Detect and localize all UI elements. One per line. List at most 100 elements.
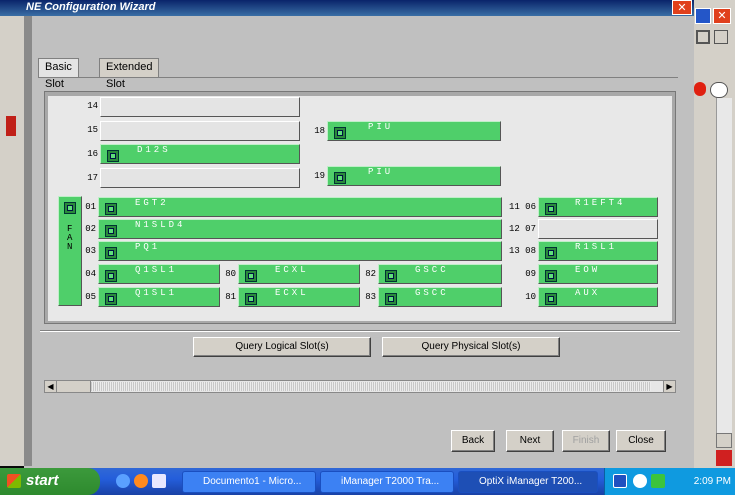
ie-icon[interactable] — [116, 474, 130, 488]
slot-led-icon — [545, 270, 557, 282]
slot-led-icon — [334, 172, 346, 184]
vertical-scrollbar[interactable] — [716, 98, 732, 433]
browser-icon[interactable] — [134, 474, 148, 488]
tab-basic-slot[interactable]: Basic Slot — [38, 58, 79, 90]
board-name: N1SLD4 — [135, 220, 186, 230]
taskbar-item-optix[interactable]: OptiX iManager T200... — [458, 471, 598, 493]
slot-06[interactable]: R1EFT4 — [538, 197, 658, 217]
board-name: GSCC — [415, 288, 449, 298]
slot-05[interactable]: Q1SL1 — [98, 287, 220, 307]
query-physical-slots-button[interactable]: Query Physical Slot(s) — [382, 337, 560, 357]
slot-number: 16 — [87, 149, 98, 159]
clock: 2:09 PM — [693, 476, 731, 487]
restore-icon[interactable] — [695, 8, 711, 24]
slot-03[interactable]: PQ1 — [98, 241, 502, 261]
background-app-edge: ✕ — [694, 0, 735, 495]
start-button[interactable]: start — [0, 468, 100, 495]
slot-82[interactable]: GSCC — [378, 264, 502, 284]
stop-icon — [694, 82, 706, 96]
slot-16[interactable]: D12S — [100, 144, 300, 164]
scroll-thumb[interactable] — [57, 381, 91, 392]
board-name: PIU — [368, 167, 394, 177]
taskbar-item-word[interactable]: Documento1 - Micro... — [182, 471, 316, 493]
scroll-left-icon[interactable]: ◀ — [45, 381, 57, 392]
slot-led-icon — [545, 293, 557, 305]
slot-07[interactable] — [538, 219, 658, 239]
taskbar-item-imanager[interactable]: iManager T2000 Tra... — [320, 471, 454, 493]
slot-number: 81 — [225, 292, 236, 302]
slot-number: 04 — [85, 269, 96, 279]
board-name: ECXL — [275, 265, 309, 275]
slot-number: 10 — [525, 292, 536, 302]
title-close-icon[interactable]: ✕ — [672, 0, 692, 15]
slot-15[interactable] — [100, 121, 300, 141]
slot-led-icon — [105, 270, 117, 282]
background-app-left — [0, 16, 24, 466]
slot-number: 13 08 — [508, 246, 536, 256]
board-name: Q1SL1 — [135, 265, 178, 275]
board-name: PIU — [368, 122, 394, 132]
tray-app-icon[interactable] — [651, 474, 665, 488]
slot-number: 12 07 — [508, 224, 536, 234]
board-name: EGT2 — [135, 198, 169, 208]
slot-10[interactable]: AUX — [538, 287, 658, 307]
slot-led-icon — [545, 203, 557, 215]
next-button[interactable]: Next — [506, 430, 554, 452]
slot-led-icon — [105, 203, 117, 215]
slot-01[interactable]: EGT2 — [98, 197, 502, 217]
slot-08[interactable]: R1SL1 — [538, 241, 658, 261]
horizontal-scrollbar[interactable]: ◀ ▶ — [44, 380, 676, 393]
explorer-icon[interactable] — [152, 474, 166, 488]
slot-led-icon — [334, 127, 346, 139]
close-icon[interactable]: ✕ — [713, 8, 731, 24]
window-title: NE Configuration Wizard — [0, 0, 735, 16]
slot-04[interactable]: Q1SL1 — [98, 264, 220, 284]
help-icon[interactable] — [710, 82, 728, 98]
slot-led-icon — [245, 293, 257, 305]
slot-led-icon — [245, 270, 257, 282]
board-name: D12S — [137, 145, 171, 155]
slot-number: 09 — [525, 269, 536, 279]
scroll-right-icon[interactable]: ▶ — [663, 381, 675, 392]
slot-number: 14 — [87, 101, 98, 111]
slot-led-icon — [545, 247, 557, 259]
slot-18[interactable]: PIU — [327, 121, 501, 141]
windows-logo-icon — [7, 474, 21, 488]
slot-number: 01 — [85, 202, 96, 212]
finish-button[interactable]: Finish — [562, 430, 610, 452]
close-button[interactable]: Close — [616, 430, 666, 452]
board-name: Q1SL1 — [135, 288, 178, 298]
start-label: start — [26, 472, 59, 489]
scroll-track[interactable] — [91, 382, 651, 391]
slot-number: 03 — [85, 246, 96, 256]
close-doc-icon[interactable] — [714, 30, 728, 44]
scroll-right-button[interactable] — [716, 433, 732, 448]
tray-network-icon[interactable] — [633, 474, 647, 488]
tab-extended-slot[interactable]: Extended Slot — [99, 58, 160, 90]
slot-number: 11 06 — [508, 202, 536, 212]
slot-led-icon — [105, 247, 117, 259]
slot-number: 18 — [314, 126, 325, 136]
slot-19[interactable]: PIU — [327, 166, 501, 186]
slot-number: 82 — [365, 269, 376, 279]
slot-led-icon — [105, 225, 117, 237]
slot-17[interactable] — [100, 168, 300, 188]
slot-09[interactable]: EOW — [538, 264, 658, 284]
slot-led-icon — [105, 293, 117, 305]
board-name: GSCC — [415, 265, 449, 275]
board-name: R1EFT4 — [575, 198, 626, 208]
slot-81[interactable]: ECXL — [238, 287, 360, 307]
fan-slot[interactable]: F A N — [58, 196, 82, 306]
tile-icon[interactable] — [696, 30, 710, 44]
slot-83[interactable]: GSCC — [378, 287, 502, 307]
slot-number: 17 — [87, 173, 98, 183]
slot-14[interactable] — [100, 97, 300, 117]
window-left-edge — [24, 16, 32, 466]
query-logical-slots-button[interactable]: Query Logical Slot(s) — [193, 337, 371, 357]
tray-help-icon[interactable] — [613, 474, 627, 488]
slot-number: 05 — [85, 292, 96, 302]
back-button[interactable]: Back — [451, 430, 495, 452]
slot-80[interactable]: ECXL — [238, 264, 360, 284]
slot-02[interactable]: N1SLD4 — [98, 219, 502, 239]
board-name: AUX — [575, 288, 601, 298]
